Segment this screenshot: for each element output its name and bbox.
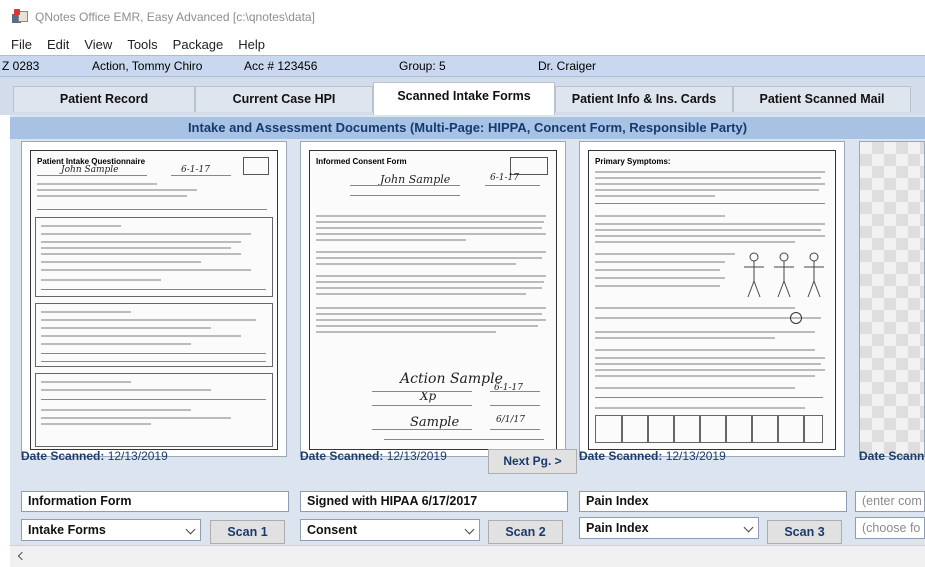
body-diagram-icon [744, 252, 824, 298]
horizontal-scrollbar[interactable] [10, 545, 925, 567]
chevron-down-icon [185, 524, 196, 535]
title-bar: QNotes Office EMR, Easy Advanced [c:\qno… [0, 0, 925, 34]
document-page-image: Informed Consent Form John Sample 6-1-17 [309, 150, 557, 450]
scan-button-3[interactable]: Scan 3 [767, 520, 842, 544]
chevron-down-icon [743, 522, 754, 533]
tab-patient-record[interactable]: Patient Record [13, 86, 195, 112]
patient-bar: Z 0283 Action, Tommy Chiro Acc # 123456 … [0, 55, 925, 77]
description-field-1[interactable]: Information Form [21, 491, 289, 512]
scanned-document-1[interactable]: Patient Intake Questionnaire John Sample… [21, 141, 287, 457]
tab-patient-info-ins-cards[interactable]: Patient Info & Ins. Cards [555, 86, 733, 112]
tab-strip: Patient Record Current Case HPI Scanned … [0, 77, 925, 115]
tab-current-case-hpi[interactable]: Current Case HPI [195, 86, 373, 112]
category-select-4[interactable]: (choose fo [855, 517, 925, 539]
scanned-document-2[interactable]: Informed Consent Form John Sample 6-1-17 [300, 141, 566, 457]
category-select-3[interactable]: Pain Index [579, 517, 759, 539]
menu-help[interactable]: Help [238, 37, 265, 52]
scanned-forms-panel: Intake and Assessment Documents (Multi-P… [10, 115, 925, 567]
date-scanned-1: Date Scanned: 12/13/2019 [21, 449, 168, 463]
menu-package[interactable]: Package [173, 37, 224, 52]
patient-name: Action, Tommy Chiro [92, 59, 203, 73]
menu-tools[interactable]: Tools [127, 37, 157, 52]
category-select-2[interactable]: Consent [300, 519, 480, 541]
date-scanned-4: Date Scann [859, 449, 925, 463]
document-title: Primary Symptoms: [595, 157, 671, 166]
description-field-2[interactable]: Signed with HIPAA 6/17/2017 [300, 491, 568, 512]
tab-patient-scanned-mail[interactable]: Patient Scanned Mail [733, 86, 911, 112]
document-page-image: Primary Symptoms: [588, 150, 836, 450]
patient-id: Z 0283 [2, 59, 40, 73]
circled-score-icon [790, 312, 802, 324]
scanned-document-3[interactable]: Primary Symptoms: [579, 141, 845, 457]
scanned-document-4-empty[interactable] [859, 141, 925, 457]
menu-file[interactable]: File [11, 37, 32, 52]
tab-scanned-intake-forms[interactable]: Scanned Intake Forms [373, 82, 555, 115]
date-scanned-3: Date Scanned: 12/13/2019 [579, 449, 726, 463]
section-banner: Intake and Assessment Documents (Multi-P… [10, 117, 925, 139]
next-page-button[interactable]: Next Pg. > [488, 449, 577, 474]
description-field-4[interactable]: (enter com [855, 491, 925, 512]
patient-account: Acc # 123456 [244, 59, 318, 73]
document-page-image: Patient Intake Questionnaire John Sample… [30, 150, 278, 450]
scan-button-2[interactable]: Scan 2 [488, 520, 563, 544]
app-logo-icon [11, 9, 29, 25]
description-field-3[interactable]: Pain Index [579, 491, 847, 512]
window-title: QNotes Office EMR, Easy Advanced [c:\qno… [35, 10, 315, 24]
scan-button-1[interactable]: Scan 1 [210, 520, 285, 544]
chevron-down-icon [464, 524, 475, 535]
menu-edit[interactable]: Edit [47, 37, 69, 52]
date-scanned-2: Date Scanned: 12/13/2019 [300, 449, 447, 463]
menu-view[interactable]: View [84, 37, 112, 52]
category-select-1[interactable]: Intake Forms [21, 519, 201, 541]
scroll-left-icon[interactable] [17, 551, 27, 561]
patient-group: Group: 5 [399, 59, 446, 73]
menu-bar: File Edit View Tools Package Help [0, 34, 925, 55]
patient-doctor: Dr. Craiger [538, 59, 597, 73]
